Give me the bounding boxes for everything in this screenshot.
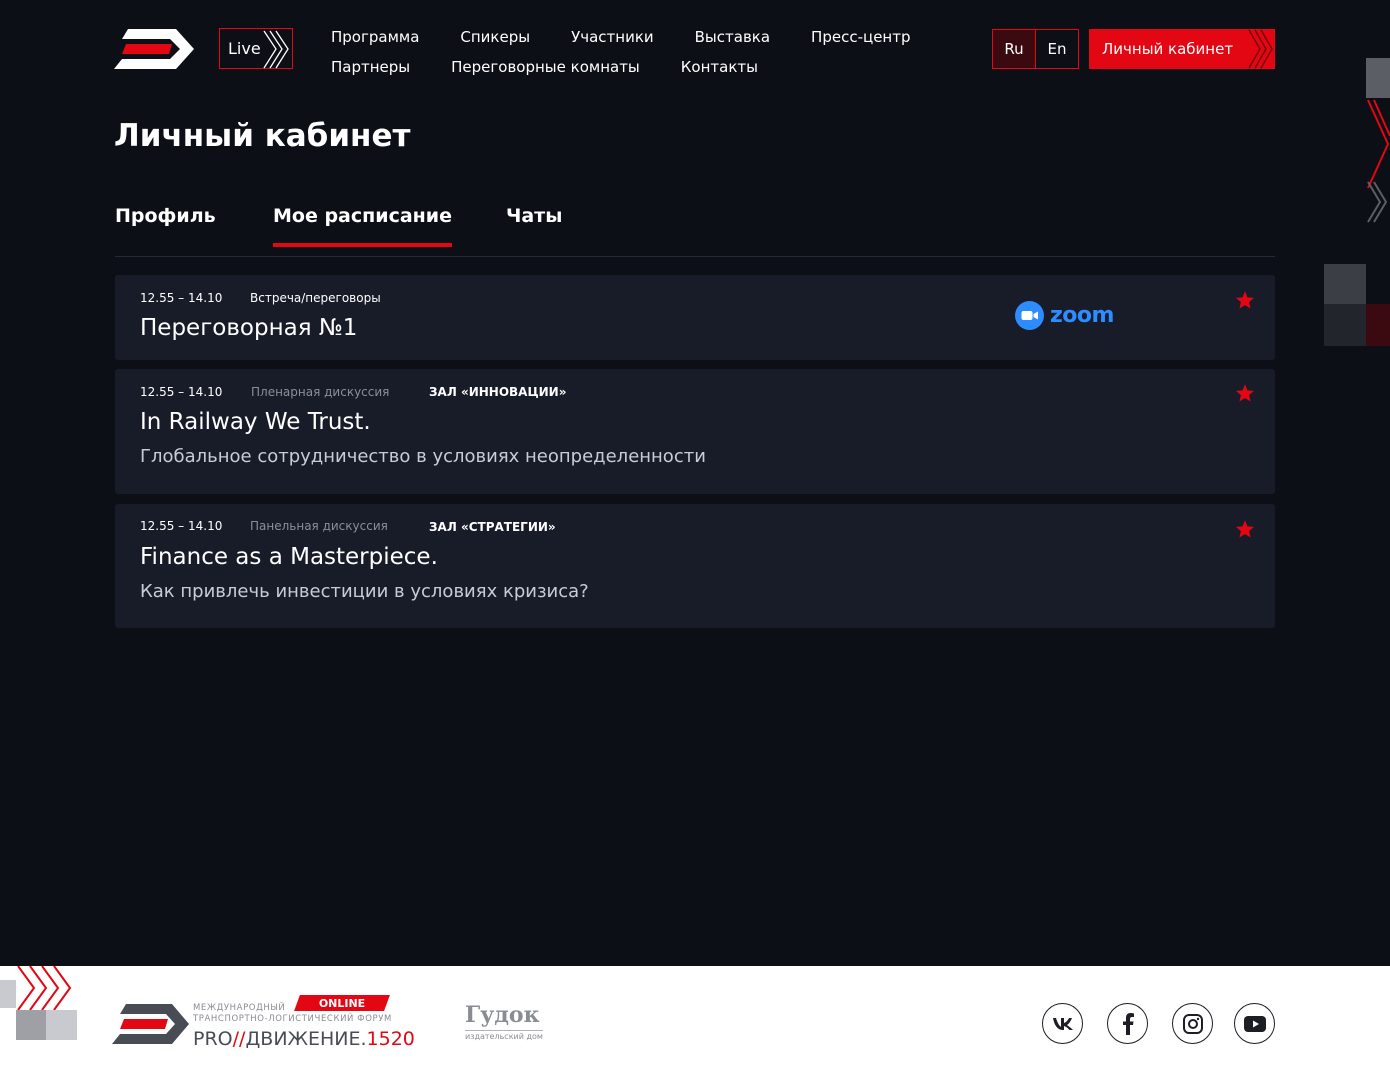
facebook-icon — [1122, 1012, 1134, 1035]
vk-icon — [1052, 1017, 1073, 1030]
brand-slashes: // — [232, 1028, 246, 1050]
site-header: Live Программа Спикеры Участники Выставк… — [0, 0, 1390, 100]
personal-cabinet-button[interactable]: Личный кабинет — [1089, 29, 1275, 69]
online-badge-label: ONLINE — [318, 996, 366, 1010]
live-label: Live — [228, 39, 261, 58]
session-type: Пленарная дискуссия — [251, 385, 390, 399]
session-subtitle: Глобальное сотрудничество в условиях нео… — [140, 446, 706, 467]
gudok-title: Гудок — [465, 1002, 540, 1028]
facebook-button[interactable] — [1107, 1003, 1148, 1044]
brand-pro: PRO — [193, 1028, 233, 1050]
session-type: Встреча/переговоры — [250, 291, 381, 305]
zoom-icon — [1015, 301, 1044, 330]
session-time: 12.55 – 14.10 — [140, 385, 223, 399]
lang-ru-button[interactable]: Ru — [993, 30, 1035, 68]
tab-chats[interactable]: Чаты — [506, 205, 562, 245]
brand-dvizhenie: ДВИЖЕНИЕ. — [245, 1028, 367, 1050]
instagram-button[interactable] — [1172, 1003, 1213, 1044]
online-badge: ONLINE — [294, 995, 390, 1011]
site-footer: Международный транспортно-логистический … — [0, 966, 1390, 1082]
nav-participants[interactable]: Участники — [571, 28, 654, 46]
page-title: Личный кабинет — [114, 118, 411, 154]
nav-meeting-rooms[interactable]: Переговорные комнаты — [451, 58, 640, 76]
lang-en-button[interactable]: En — [1036, 30, 1078, 68]
instagram-icon — [1182, 1013, 1203, 1034]
nav-contacts[interactable]: Контакты — [681, 58, 758, 76]
vk-button[interactable] — [1042, 1003, 1083, 1044]
brand-1520: 1520 — [366, 1028, 415, 1050]
session-time: 12.55 – 14.10 — [140, 291, 223, 305]
session-type: Панельная дискуссия — [250, 519, 388, 533]
favorite-star-icon[interactable] — [1235, 383, 1255, 403]
nav-speakers[interactable]: Спикеры — [460, 28, 530, 46]
youtube-icon — [1243, 1015, 1266, 1032]
session-title: Finance as a Masterpiece. — [140, 544, 438, 570]
session-hall: ЗАЛ «СТРАТЕГИИ» — [429, 520, 556, 534]
favorite-star-icon[interactable] — [1235, 519, 1255, 539]
cabinet-tabs: Профиль Мое расписание Чаты — [115, 205, 1275, 257]
gudok-logo[interactable]: Гудок издательский дом — [465, 1002, 543, 1041]
tab-my-schedule[interactable]: Мое расписание — [273, 205, 452, 247]
tab-profile[interactable]: Профиль — [115, 205, 216, 245]
decorative-pattern — [1324, 58, 1390, 346]
chevrons-icon — [1248, 29, 1273, 69]
nav-partners[interactable]: Партнеры — [331, 58, 410, 76]
language-switcher: Ru En — [992, 29, 1079, 69]
site-logo[interactable] — [114, 27, 196, 71]
forum-logo[interactable] — [112, 1002, 190, 1046]
forum-brand-name: PRO//ДВИЖЕНИЕ.1520 — [193, 1028, 415, 1050]
session-subtitle: Как привлечь инвестиции в условиях кризи… — [140, 581, 589, 602]
schedule-card[interactable]: 12.55 – 14.10 Панельная дискуссия ЗАЛ «С… — [115, 504, 1275, 628]
main-nav: Программа Спикеры Участники Выставка Пре… — [331, 22, 971, 82]
session-title: In Railway We Trust. — [140, 409, 371, 435]
live-button[interactable]: Live — [219, 28, 293, 69]
session-hall: ЗАЛ «ИННОВАЦИИ» — [429, 385, 567, 399]
zoom-link[interactable]: zoom — [1015, 301, 1114, 330]
nav-exhibition[interactable]: Выставка — [695, 28, 770, 46]
zoom-logo-text: zoom — [1050, 303, 1114, 328]
schedule-card[interactable]: 12.55 – 14.10 Встреча/переговоры Перегов… — [115, 275, 1275, 360]
favorite-star-icon[interactable] — [1235, 290, 1255, 310]
youtube-button[interactable] — [1234, 1003, 1275, 1044]
forum-caption-line2: транспортно-логистический форум — [193, 1014, 392, 1024]
session-title: Переговорная №1 — [140, 315, 358, 341]
nav-press-center[interactable]: Пресс-центр — [811, 28, 910, 46]
cabinet-label: Личный кабинет — [1102, 40, 1234, 58]
schedule-card[interactable]: 12.55 – 14.10 Пленарная дискуссия ЗАЛ «И… — [115, 369, 1275, 494]
nav-program[interactable]: Программа — [331, 28, 419, 46]
session-time: 12.55 – 14.10 — [140, 519, 223, 533]
chevrons-icon — [263, 30, 289, 69]
gudok-subtitle: издательский дом — [465, 1030, 543, 1041]
decorative-pattern — [0, 966, 77, 1040]
